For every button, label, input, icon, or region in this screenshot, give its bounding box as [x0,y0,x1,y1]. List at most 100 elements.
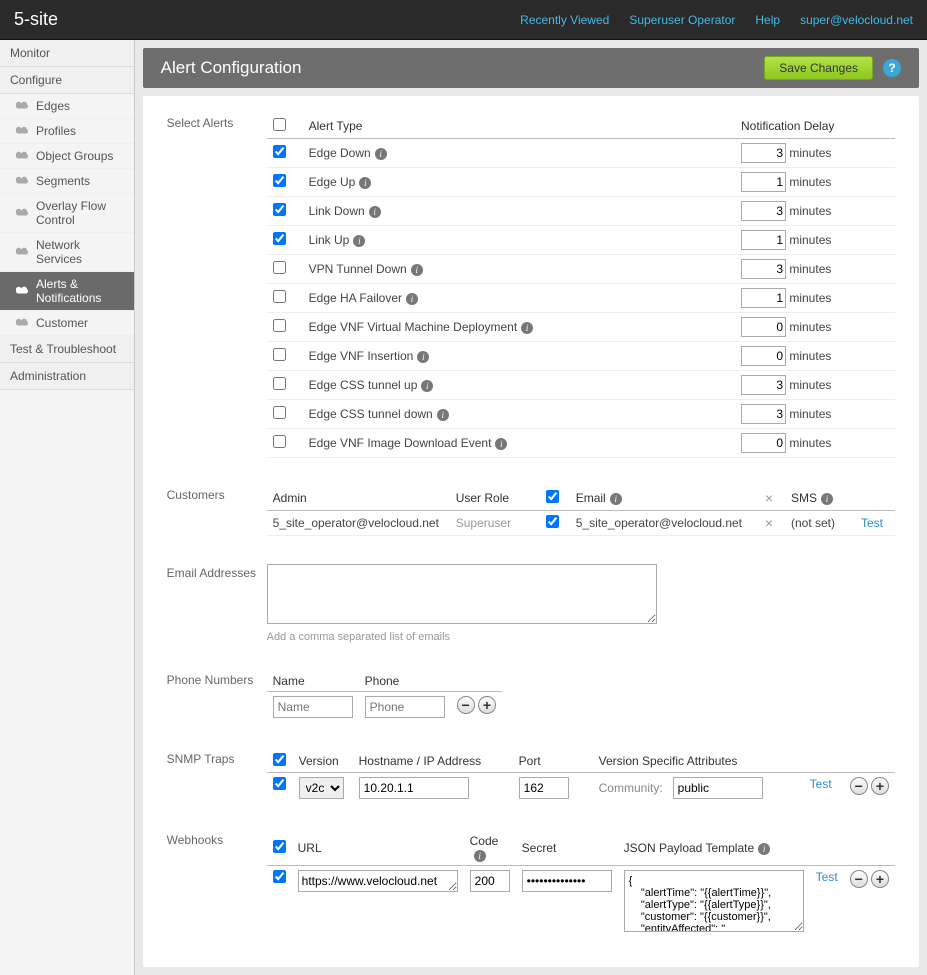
info-icon[interactable]: i [610,493,622,505]
phone-phone-input[interactable] [365,696,445,718]
snmp-table: Version Hostname / IP Address Port Versi… [267,750,895,803]
webhooks-enable-checkbox[interactable] [273,840,286,853]
info-icon[interactable]: i [353,235,365,247]
alert-label: Edge HA Failover [309,291,402,305]
link-user-email[interactable]: super@velocloud.net [800,13,913,27]
alert-row: Edge VNF Insertioni minutes [267,342,895,371]
add-button[interactable]: + [871,870,889,888]
email-addresses-input[interactable] [267,564,657,624]
link-superuser-operator[interactable]: Superuser Operator [629,13,735,27]
phone-name-input[interactable] [273,696,353,718]
sidebar-item-overlay-flow-control[interactable]: Overlay Flow Control [0,194,134,233]
sidebar-item-customer[interactable]: Customer [0,311,134,336]
alert-delay-input[interactable] [741,143,786,163]
cloud-icon [16,124,30,138]
webhook-secret-input[interactable] [522,870,612,892]
close-icon[interactable]: × [759,515,779,531]
sidebar-item-alerts-notifications[interactable]: Alerts & Notifications [0,272,134,311]
sidebar-item-network-services[interactable]: Network Services [0,233,134,272]
link-recently-viewed[interactable]: Recently Viewed [520,13,609,27]
alert-delay-input[interactable] [741,172,786,192]
alert-delay-input[interactable] [741,201,786,221]
alert-checkbox[interactable] [273,377,286,390]
alert-delay-input[interactable] [741,317,786,337]
snmp-test-link[interactable]: Test [810,777,832,791]
alert-checkbox[interactable] [273,290,286,303]
info-icon[interactable]: i [411,264,423,276]
snmp-port-input[interactable] [519,777,569,799]
customer-test-link[interactable]: Test [861,516,883,530]
alerts-header-checkbox[interactable] [273,118,286,131]
customers-email-header-checkbox[interactable] [546,490,559,503]
sidebar-item-segments[interactable]: Segments [0,169,134,194]
info-icon[interactable]: i [437,409,449,421]
alert-row: Link Upi minutes [267,226,895,255]
sidebar-section-test-troubleshoot[interactable]: Test & Troubleshoot [0,336,134,363]
info-icon[interactable]: i [495,438,507,450]
remove-button[interactable]: − [850,777,868,795]
help-icon[interactable]: ? [883,59,901,77]
webhook-payload-input[interactable]: { "alertTime": "{{alertTime}}", "alertTy… [624,870,804,932]
sidebar-item-profiles[interactable]: Profiles [0,119,134,144]
alert-checkbox[interactable] [273,203,286,216]
alert-checkbox[interactable] [273,261,286,274]
info-icon[interactable]: i [369,206,381,218]
alert-delay-input[interactable] [741,404,786,424]
sidebar-section-administration[interactable]: Administration [0,363,134,390]
snmp-enable-checkbox[interactable] [273,753,286,766]
save-button[interactable]: Save Changes [764,56,873,80]
sidebar-item-label: Alerts & Notifications [36,277,124,305]
remove-button[interactable]: − [850,870,868,888]
alert-label: VPN Tunnel Down [309,262,407,276]
alert-label: Edge VNF Insertion [309,349,414,363]
webhook-code-input[interactable] [470,870,510,892]
alert-checkbox[interactable] [273,435,286,448]
info-icon[interactable]: i [521,322,533,334]
alert-delay-input[interactable] [741,259,786,279]
webhooks-table: URL Codei Secret JSON Payload Templatei … [267,831,895,939]
info-icon[interactable]: i [421,380,433,392]
snmp-row-checkbox[interactable] [273,777,286,790]
sidebar-section-configure[interactable]: Configure [0,67,134,94]
alert-row: Link Downi minutes [267,197,895,226]
alert-checkbox[interactable] [273,348,286,361]
col-admin: Admin [267,486,450,511]
info-icon[interactable]: i [375,148,387,160]
alert-label: Edge VNF Image Download Event [309,436,492,450]
alert-checkbox[interactable] [273,319,286,332]
link-help[interactable]: Help [755,13,780,27]
sidebar-section-monitor[interactable]: Monitor [0,40,134,67]
remove-button[interactable]: − [457,696,475,714]
info-icon[interactable]: i [359,177,371,189]
snmp-host-input[interactable] [359,777,469,799]
alert-delay-input[interactable] [741,375,786,395]
cloud-icon [16,316,30,330]
sidebar-item-edges[interactable]: Edges [0,94,134,119]
webhook-url-input[interactable]: https://www.velocloud.net [298,870,458,892]
close-icon[interactable]: × [759,490,779,506]
alert-checkbox[interactable] [273,174,286,187]
info-icon[interactable]: i [758,843,770,855]
alert-delay-input[interactable] [741,288,786,308]
info-icon[interactable]: i [821,493,833,505]
alert-checkbox[interactable] [273,232,286,245]
alert-delay-input[interactable] [741,346,786,366]
snmp-version-select[interactable]: v2c [299,777,344,799]
alert-row: Edge VNF Virtual Machine Deploymenti min… [267,313,895,342]
cloud-icon [16,149,30,163]
sidebar-item-object-groups[interactable]: Object Groups [0,144,134,169]
info-icon[interactable]: i [474,850,486,862]
alert-checkbox[interactable] [273,406,286,419]
snmp-community-input[interactable] [673,777,763,799]
info-icon[interactable]: i [417,351,429,363]
alert-checkbox[interactable] [273,145,286,158]
alert-delay-input[interactable] [741,230,786,250]
add-button[interactable]: + [478,696,496,714]
webhook-test-link[interactable]: Test [816,870,838,884]
alert-delay-input[interactable] [741,433,786,453]
customer-email-checkbox[interactable] [546,515,559,528]
info-icon[interactable]: i [406,293,418,305]
add-button[interactable]: + [871,777,889,795]
sidebar-item-label: Customer [36,316,88,330]
webhook-row-checkbox[interactable] [273,870,286,883]
